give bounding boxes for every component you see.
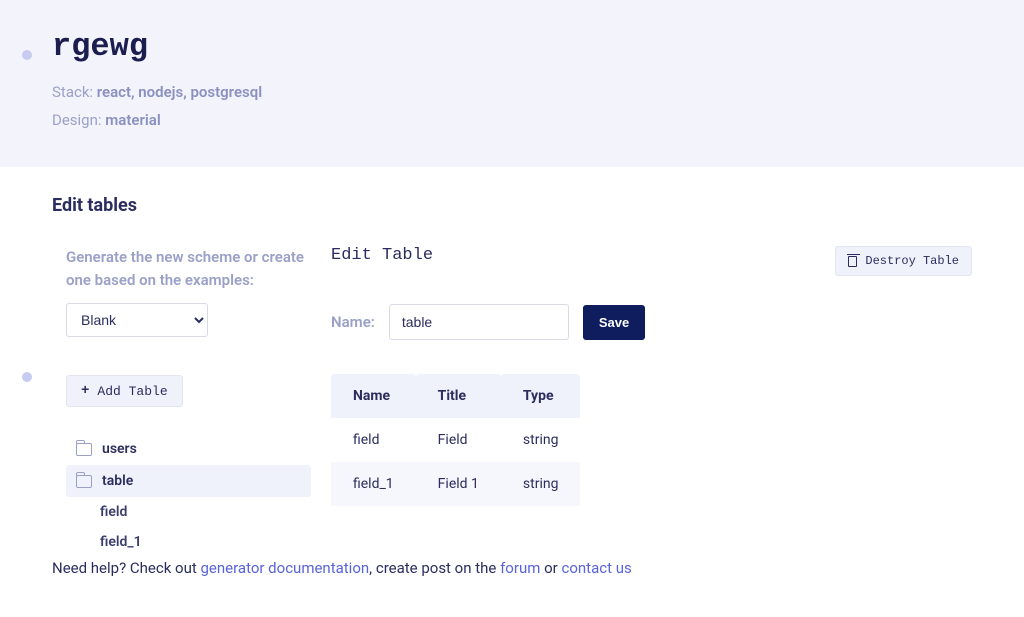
trash-icon [848,256,857,267]
help-mid2: or [540,559,561,577]
cell-name: field_1 [331,462,416,506]
col-type: Type [501,374,581,418]
destroy-table-button[interactable]: Destroy Table [835,246,972,276]
edit-header: Edit Table Destroy Table [331,246,972,276]
table-name-input[interactable] [389,304,569,340]
tree-item-label: users [102,441,137,457]
help-prefix: Need help? Check out [52,559,201,577]
project-title: rgewg [52,28,1024,65]
design-label: Design: [52,111,102,129]
header-section: rgewg Stack: react, nodejs, postgresql D… [0,0,1024,167]
edit-table-title: Edit Table [331,246,433,265]
bullet-icon [22,372,32,382]
save-button[interactable]: Save [583,305,645,340]
name-label: Name: [331,313,375,331]
tree-item-label: table [102,473,133,489]
help-mid1: , create post on the [369,559,500,577]
stack-line: Stack: react, nodejs, postgresql [52,83,1024,101]
cell-title: Field 1 [416,462,501,506]
forum-link[interactable]: forum [500,559,540,577]
section-title: Edit tables [52,195,1024,216]
table-tree: users table field field_1 [66,433,311,557]
table-row[interactable]: field Field string [331,418,580,462]
table-row[interactable]: field_1 Field 1 string [331,462,580,506]
cell-name: field [331,418,416,462]
left-column: Generate the new scheme or create one ba… [66,246,311,557]
main-section: Edit tables Generate the new scheme or c… [0,167,1024,557]
tree-item-table[interactable]: table [66,465,311,497]
content-row: Generate the new scheme or create one ba… [52,246,1024,557]
cell-type: string [501,462,581,506]
tree-child-label: field_1 [100,534,142,550]
design-line: Design: material [52,111,1024,129]
col-name: Name [331,374,416,418]
right-column: Edit Table Destroy Table Name: Save Name… [331,246,1024,557]
scheme-select[interactable]: Blank [66,303,208,337]
folder-icon [76,475,92,488]
design-value: material [105,111,160,129]
contact-link[interactable]: contact us [561,559,631,577]
cell-title: Field [416,418,501,462]
tree-child-label: field [100,504,127,520]
doc-link[interactable]: generator documentation [201,559,370,577]
destroy-label: Destroy Table [865,254,959,268]
tree-child-field-1[interactable]: field_1 [66,527,311,557]
scheme-description: Generate the new scheme or create one ba… [66,246,311,291]
add-table-button[interactable]: + Add Table [66,375,183,407]
tree-child-field[interactable]: field [66,497,311,527]
tree-item-users[interactable]: users [66,433,311,465]
table-header-row: Name Title Type [331,374,580,418]
plus-icon: + [81,383,89,399]
fields-table: Name Title Type field Field string field… [331,374,580,506]
folder-icon [76,443,92,456]
cell-type: string [501,418,581,462]
name-row: Name: Save [331,304,972,340]
bullet-icon [22,50,32,60]
help-footer: Need help? Check out generator documenta… [52,559,632,577]
stack-value: react, nodejs, postgresql [97,83,262,101]
stack-label: Stack: [52,83,93,101]
col-title: Title [416,374,501,418]
add-table-label: Add Table [97,384,167,399]
